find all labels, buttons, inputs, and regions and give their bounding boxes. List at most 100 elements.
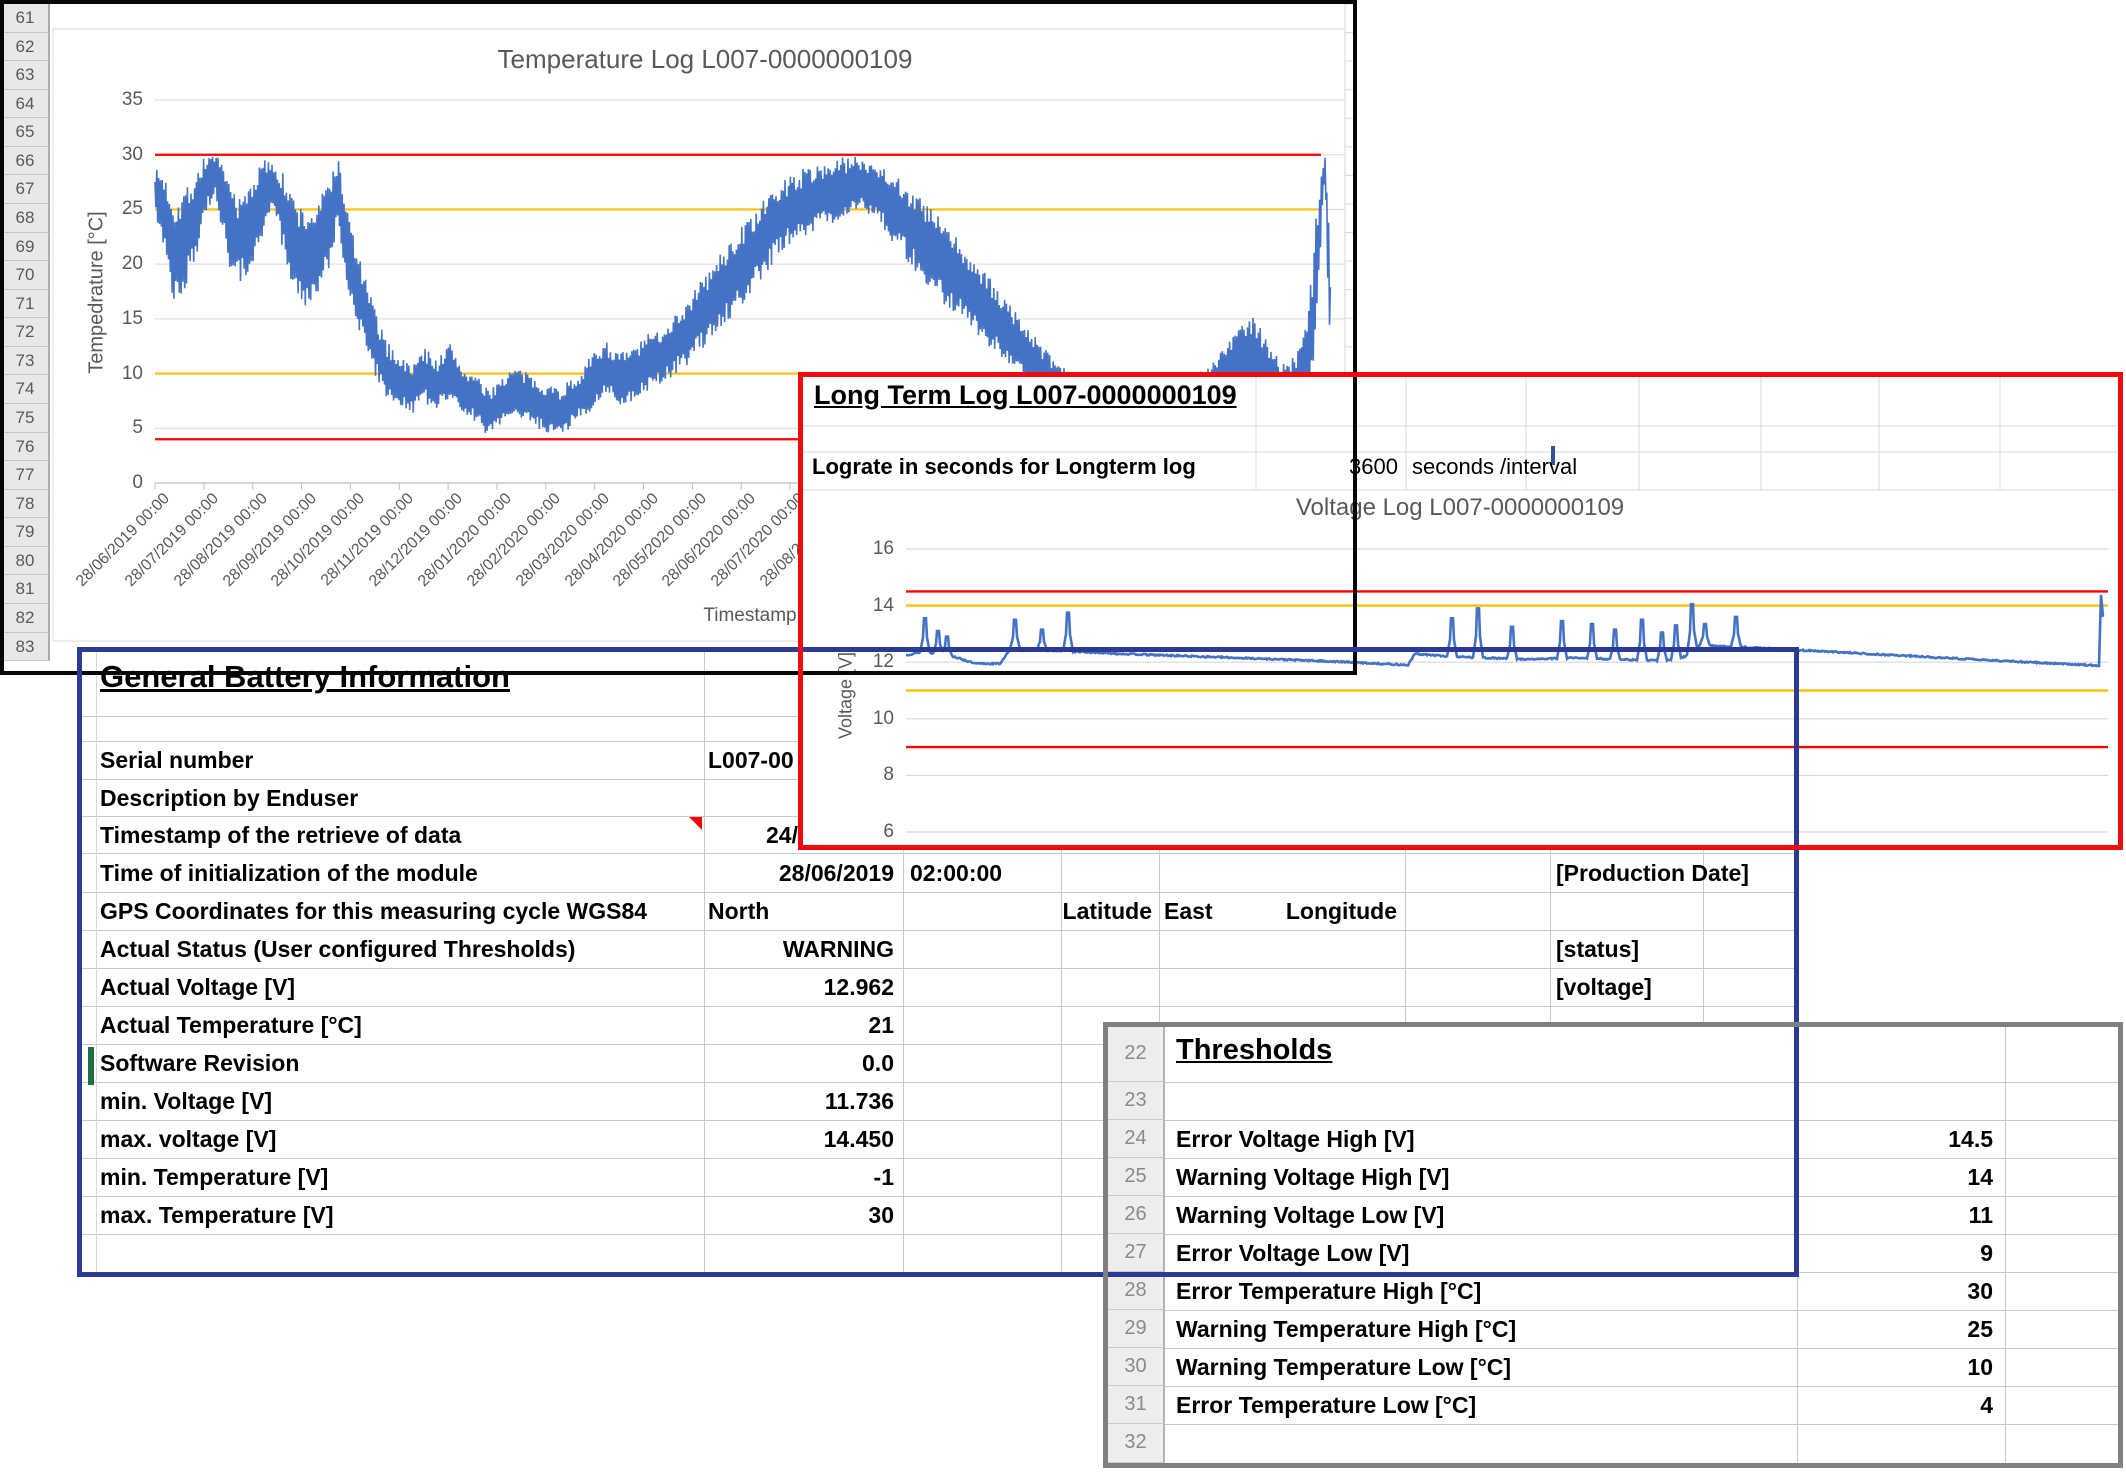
battery-row-label[interactable]: Description by Enduser — [100, 783, 358, 813]
row-header-62[interactable]: 62 — [2, 33, 50, 62]
gridline-h — [1165, 1310, 2119, 1311]
battery-row-value[interactable]: -1 — [704, 1162, 894, 1192]
battery-row-label[interactable]: Timestamp of the retrieve of data — [100, 820, 461, 850]
row-header-23[interactable]: 23 — [1108, 1082, 1165, 1120]
battery-row-time[interactable]: 02:00:00 — [910, 858, 1070, 888]
gridline-h — [1165, 1424, 2119, 1425]
battery-row-label[interactable]: Serial number — [100, 745, 253, 775]
threshold-row-value[interactable]: 4 — [1800, 1390, 1993, 1420]
gps-longitude-label[interactable]: Longitude — [1247, 896, 1397, 926]
threshold-row-value[interactable]: 14.5 — [1800, 1124, 1993, 1154]
row-header-25[interactable]: 25 — [1108, 1158, 1165, 1196]
battery-row-value[interactable]: 30 — [704, 1200, 894, 1230]
threshold-row-label[interactable]: Warning Temperature Low [°C] — [1176, 1352, 1511, 1382]
row-header-32[interactable]: 32 — [1108, 1424, 1165, 1463]
battery-row-value[interactable]: 28/06/2019 — [704, 858, 894, 888]
threshold-row-value[interactable]: 25 — [1800, 1314, 1993, 1344]
row-header-83[interactable]: 83 — [2, 633, 50, 662]
battery-row-label[interactable]: max. Temperature [V] — [100, 1200, 333, 1230]
row-header-68[interactable]: 68 — [2, 204, 50, 233]
gridline-v — [1797, 1027, 1798, 1463]
row-header-22[interactable]: 22 — [1108, 1027, 1165, 1082]
lograte-label[interactable]: Lograte in seconds for Longterm log — [812, 454, 1196, 480]
threshold-row-label[interactable]: Error Temperature High [°C] — [1176, 1276, 1481, 1306]
temperature-chart-title: Temperature Log L007-0000000109 — [105, 44, 1305, 75]
row-header-75[interactable]: 75 — [2, 404, 50, 433]
threshold-row-label[interactable]: Warning Voltage High [V] — [1176, 1162, 1449, 1192]
row-header-71[interactable]: 71 — [2, 290, 50, 319]
threshold-row-value[interactable]: 14 — [1800, 1162, 1993, 1192]
gps-east-value[interactable]: East — [1164, 896, 1254, 926]
voltage-chart-title: Voltage Log L007-0000000109 — [1260, 494, 1660, 522]
row-header-24[interactable]: 24 — [1108, 1120, 1165, 1158]
battery-table-title[interactable]: General Battery Information — [100, 659, 510, 695]
row-header-27[interactable]: 27 — [1108, 1234, 1165, 1272]
green-cell-marker — [88, 1047, 94, 1085]
battery-row-value[interactable]: 0.0 — [704, 1048, 894, 1078]
row-header-72[interactable]: 72 — [2, 318, 50, 347]
row-header-26[interactable]: 26 — [1108, 1196, 1165, 1234]
row-header-65[interactable]: 65 — [2, 118, 50, 147]
battery-row-value[interactable]: 12.962 — [704, 972, 894, 1002]
lograte-unit[interactable]: seconds /interval — [1412, 454, 1577, 480]
row-header-64[interactable]: 64 — [2, 90, 50, 119]
battery-row-value[interactable]: 11.736 — [704, 1086, 894, 1116]
battery-row-label[interactable]: Time of initialization of the module — [100, 858, 478, 888]
battery-row-label[interactable]: min. Voltage [V] — [100, 1086, 272, 1116]
gridline-h — [1165, 1082, 2119, 1083]
threshold-row-label[interactable]: Warning Temperature High [°C] — [1176, 1314, 1516, 1344]
row-header-30[interactable]: 30 — [1108, 1348, 1165, 1386]
battery-row-label[interactable]: Actual Status (User configured Threshold… — [100, 934, 575, 964]
gps-latitude-label[interactable]: Latitude — [1002, 896, 1152, 926]
row-header-74[interactable]: 74 — [2, 375, 50, 404]
battery-row-value[interactable]: 14.450 — [704, 1124, 894, 1154]
threshold-row-value[interactable]: 30 — [1800, 1276, 1993, 1306]
battery-row-label[interactable]: Software Revision — [100, 1048, 299, 1078]
voltage-chart[interactable] — [798, 372, 2123, 850]
row-header-78[interactable]: 78 — [2, 490, 50, 519]
row-header-29[interactable]: 29 — [1108, 1310, 1165, 1348]
battery-row-value[interactable]: 24/ — [650, 820, 798, 850]
threshold-row-value[interactable]: 11 — [1800, 1200, 1993, 1230]
row-header-67[interactable]: 67 — [2, 175, 50, 204]
battery-row-tag[interactable]: [Production Date] — [1556, 858, 1786, 888]
battery-row-value[interactable]: North — [708, 896, 898, 926]
threshold-row-label[interactable]: Error Voltage Low [V] — [1176, 1238, 1409, 1268]
battery-row-label[interactable]: max. voltage [V] — [100, 1124, 276, 1154]
row-header-63[interactable]: 63 — [2, 61, 50, 90]
row-header-69[interactable]: 69 — [2, 233, 50, 262]
lograte-value[interactable]: 3600 — [1268, 454, 1398, 480]
row-header-31[interactable]: 31 — [1108, 1386, 1165, 1424]
threshold-row-value[interactable]: 10 — [1800, 1352, 1993, 1382]
long-term-log-title[interactable]: Long Term Log L007-0000000109 — [814, 380, 1237, 411]
thresholds-table-title[interactable]: Thresholds — [1176, 1034, 1332, 1067]
battery-row-value[interactable]: 21 — [704, 1010, 894, 1040]
battery-row-tag[interactable]: [status] — [1556, 934, 1786, 964]
battery-row-value[interactable]: WARNING — [704, 934, 894, 964]
row-header-61[interactable]: 61 — [2, 4, 50, 33]
row-header-79[interactable]: 79 — [2, 518, 50, 547]
battery-row-label[interactable]: Actual Voltage [V] — [100, 972, 295, 1002]
y-tick-label-6: 6 — [850, 821, 894, 843]
panel-long-term-log: Long Term Log L007-0000000109 Lograte in… — [798, 372, 2123, 850]
threshold-row-label[interactable]: Error Voltage High [V] — [1176, 1124, 1415, 1154]
threshold-row-value[interactable]: 9 — [1800, 1238, 1993, 1268]
threshold-row-label[interactable]: Error Temperature Low [°C] — [1176, 1390, 1476, 1420]
battery-row-label[interactable]: GPS Coordinates for this measuring cycle… — [100, 896, 647, 926]
row-header-81[interactable]: 81 — [2, 575, 50, 604]
battery-row-label[interactable]: min. Temperature [V] — [100, 1162, 328, 1192]
temperature-y-axis-title: Tempedrature [°C] — [86, 168, 109, 418]
y-tick-label-30: 30 — [99, 144, 143, 166]
row-header-28[interactable]: 28 — [1108, 1272, 1165, 1310]
gridline-h — [1165, 1196, 2119, 1197]
row-header-66[interactable]: 66 — [2, 147, 50, 176]
battery-row-tag[interactable]: [voltage] — [1556, 972, 1786, 1002]
row-header-73[interactable]: 73 — [2, 347, 50, 376]
row-header-80[interactable]: 80 — [2, 547, 50, 576]
row-header-77[interactable]: 77 — [2, 461, 50, 490]
row-header-70[interactable]: 70 — [2, 261, 50, 290]
battery-row-label[interactable]: Actual Temperature [°C] — [100, 1010, 362, 1040]
gridline-h — [1165, 1120, 2119, 1121]
row-header-76[interactable]: 76 — [2, 433, 50, 462]
threshold-row-label[interactable]: Warning Voltage Low [V] — [1176, 1200, 1444, 1230]
